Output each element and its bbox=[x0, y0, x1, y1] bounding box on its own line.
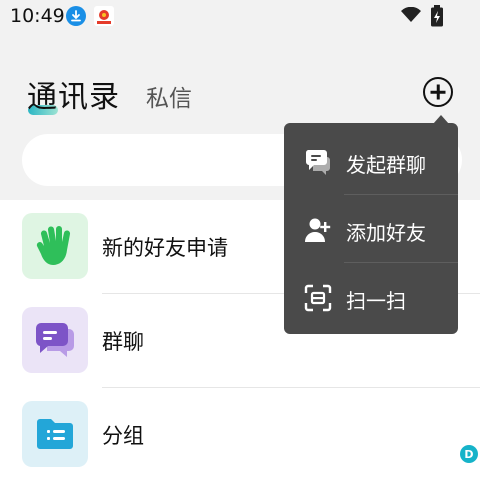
menu-item-scan[interactable]: 扫一扫 bbox=[284, 263, 458, 331]
menu-item-start-group-chat[interactable]: 发起群聊 bbox=[284, 127, 458, 195]
list-item-groups[interactable]: 分组 bbox=[0, 388, 480, 480]
list-item-label: 分组 bbox=[102, 424, 144, 448]
battery-charging-icon bbox=[430, 5, 444, 31]
menu-item-add-friend[interactable]: 添加好友 bbox=[284, 195, 458, 263]
menu-item-label: 发起群聊 bbox=[346, 153, 426, 177]
status-time: 10:49 bbox=[10, 5, 65, 27]
status-bar: 10:49 bbox=[0, 0, 480, 34]
list-item-label: 新的好友申请 bbox=[102, 236, 228, 260]
app-notification-icon bbox=[94, 6, 114, 26]
download-icon bbox=[66, 6, 86, 26]
add-popup-menu: 发起群聊 添加好友 扫一扫 bbox=[284, 123, 458, 334]
menu-item-label: 扫一扫 bbox=[346, 289, 406, 313]
tab-contacts[interactable]: 通讯录 bbox=[27, 72, 120, 116]
group-chat-icon bbox=[304, 148, 332, 176]
waving-hand-icon bbox=[22, 213, 88, 279]
debug-badge[interactable]: D bbox=[460, 445, 478, 463]
add-friend-icon bbox=[304, 216, 332, 244]
add-circle-icon[interactable] bbox=[423, 77, 453, 107]
tab-private-messages[interactable]: 私信 bbox=[146, 79, 192, 113]
scan-icon bbox=[304, 284, 332, 312]
folder-icon bbox=[22, 401, 88, 467]
menu-item-label: 添加好友 bbox=[346, 221, 426, 245]
list-item-label: 群聊 bbox=[102, 330, 144, 354]
wifi-icon bbox=[401, 6, 421, 27]
chat-bubbles-icon bbox=[22, 307, 88, 373]
header-tabs: 通讯录 私信 bbox=[0, 64, 480, 120]
